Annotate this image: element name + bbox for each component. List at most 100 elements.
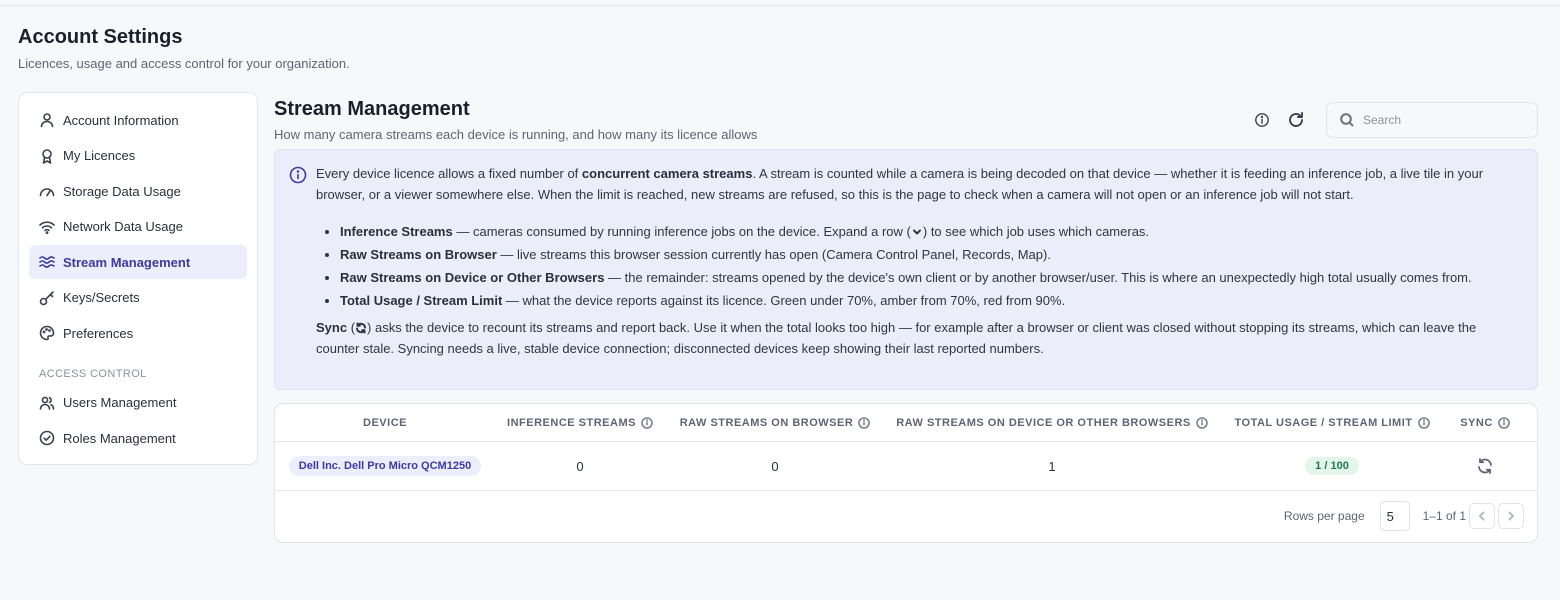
column-header-inference-streams[interactable]: INFERENCE STREAMS bbox=[495, 404, 665, 441]
list-item: Raw Streams on Browser — live streams th… bbox=[340, 244, 1517, 265]
sidebar-item-users-management[interactable]: Users Management bbox=[29, 386, 247, 420]
column-header-raw-streams-other[interactable]: RAW STREAMS ON DEVICE OR OTHER BROWSERS bbox=[885, 404, 1219, 441]
header-label: RAW STREAMS ON BROWSER bbox=[679, 416, 854, 429]
key-icon bbox=[39, 290, 55, 306]
prev-page-button[interactable] bbox=[1469, 503, 1495, 529]
sidebar-item-label: Preferences bbox=[63, 325, 134, 341]
rows-per-page-select[interactable]: 5 bbox=[1379, 501, 1410, 531]
sidebar-item-label: Keys/Secrets bbox=[63, 290, 140, 305]
chevron-left-icon bbox=[1479, 511, 1485, 521]
chevron-down-icon bbox=[911, 223, 923, 235]
search-input[interactable] bbox=[1363, 113, 1513, 127]
search-input-wrapper[interactable] bbox=[1326, 102, 1538, 138]
info-icon[interactable] bbox=[1497, 416, 1510, 429]
sidebar-item-my-licences[interactable]: My Licences bbox=[29, 139, 247, 173]
info-bullet-list: Inference Streams — cameras consumed by … bbox=[340, 221, 1517, 311]
gauge-icon bbox=[39, 183, 55, 199]
column-header-total-usage[interactable]: TOTAL USAGE / STREAM LIMIT bbox=[1219, 404, 1445, 441]
rows-per-page-label: Rows per page bbox=[1283, 509, 1365, 523]
sidebar-item-network-data-usage[interactable]: Network Data Usage bbox=[29, 210, 247, 244]
sidebar-item-roles-management[interactable]: Roles Management bbox=[29, 421, 247, 455]
cell-total-usage: 1 / 100 bbox=[1219, 442, 1445, 490]
bullet-term: Total Usage / Stream Limit bbox=[340, 293, 503, 308]
user-icon bbox=[39, 112, 55, 128]
bullet-term: Raw Streams on Device or Other Browsers bbox=[340, 270, 605, 285]
table-header: DEVICE INFERENCE STREAMS RAW STREAMS ON … bbox=[275, 404, 1537, 442]
column-header-raw-streams-browser[interactable]: RAW STREAMS ON BROWSER bbox=[665, 404, 885, 441]
top-divider bbox=[0, 5, 1560, 6]
sidebar-item-keys-secrets[interactable]: Keys/Secrets bbox=[29, 281, 247, 315]
intro-emphasis: concurrent camera streams bbox=[581, 166, 753, 181]
sync-text-rest: ) asks the device to recount its streams… bbox=[316, 320, 1477, 356]
device-chip[interactable]: Dell Inc. Dell Pro Micro QCM1250 bbox=[288, 456, 482, 476]
bullet-text-rest: ) to see which job uses which cameras. bbox=[922, 224, 1150, 239]
check-circle-icon bbox=[39, 430, 55, 446]
info-panel: Every device licence allows a fixed numb… bbox=[274, 149, 1538, 390]
bullet-text: — cameras consumed by running inference … bbox=[452, 224, 911, 239]
users-icon bbox=[39, 395, 55, 411]
sidebar-item-label: Users Management bbox=[63, 395, 177, 410]
info-icon[interactable] bbox=[1195, 416, 1208, 429]
column-header-device[interactable]: DEVICE bbox=[275, 404, 495, 441]
palette-icon bbox=[39, 325, 55, 341]
page-title: Account Settings bbox=[18, 26, 183, 48]
page-subtitle: Licences, usage and access control for y… bbox=[18, 56, 350, 71]
pagination: Rows per page 5 1–1 of 1 bbox=[1284, 501, 1524, 531]
sidebar-item-label: Storage Data Usage bbox=[63, 183, 181, 199]
intro-text: Every device licence allows a fixed numb… bbox=[316, 166, 582, 181]
cell-raw-streams-browser: 0 bbox=[771, 458, 779, 474]
bullet-text: — the remainder: streams opened by the d… bbox=[604, 270, 1472, 285]
bullet-term: Inference Streams bbox=[340, 224, 453, 239]
sidebar-item-label: Stream Management bbox=[63, 254, 191, 270]
cell-device: Dell Inc. Dell Pro Micro QCM1250 bbox=[275, 442, 495, 490]
wifi-icon bbox=[39, 219, 55, 235]
sidebar-section-access-control: ACCESS CONTROL bbox=[39, 367, 147, 380]
header-label: RAW STREAMS ON DEVICE OR OTHER BROWSERS bbox=[896, 416, 1191, 429]
info-icon[interactable] bbox=[1417, 416, 1430, 429]
header-label: DEVICE bbox=[363, 416, 407, 429]
bullet-term: Raw Streams on Browser bbox=[340, 247, 497, 262]
header-label: TOTAL USAGE / STREAM LIMIT bbox=[1234, 416, 1413, 429]
info-icon[interactable] bbox=[641, 416, 653, 429]
info-icon[interactable] bbox=[1250, 108, 1274, 132]
sidebar-item-preferences[interactable]: Preferences bbox=[29, 316, 247, 350]
sync-icon bbox=[1478, 458, 1492, 474]
list-item: Inference Streams — cameras consumed by … bbox=[340, 221, 1517, 242]
info-icon[interactable] bbox=[858, 416, 871, 429]
cell-raw-streams-other: 1 bbox=[1048, 458, 1056, 474]
page-range: 1–1 of 1 bbox=[1422, 509, 1466, 523]
section-title: Stream Management bbox=[274, 98, 470, 120]
sidebar-item-stream-management[interactable]: Stream Management bbox=[29, 245, 247, 279]
toolbar bbox=[1250, 102, 1538, 138]
sidebar-item-label: Roles Management bbox=[63, 430, 176, 446]
chevron-right-icon bbox=[1508, 511, 1514, 521]
sidebar-item-storage-data-usage[interactable]: Storage Data Usage bbox=[29, 174, 247, 208]
badge-icon bbox=[39, 148, 55, 164]
page-header: Account Settings Licences, usage and acc… bbox=[18, 25, 350, 72]
sync-term: Sync bbox=[316, 320, 348, 335]
sync-button[interactable] bbox=[1474, 455, 1496, 477]
sidebar-item-account-information[interactable]: Account Information bbox=[29, 103, 247, 137]
cell-sync bbox=[1445, 442, 1525, 490]
list-item: Total Usage / Stream Limit — what the de… bbox=[340, 290, 1517, 311]
header-label: SYNC bbox=[1460, 416, 1493, 429]
search-icon bbox=[1340, 113, 1354, 127]
header-label: INFERENCE STREAMS bbox=[507, 416, 636, 429]
sidebar-item-label: Account Information bbox=[63, 112, 179, 128]
next-page-button[interactable] bbox=[1498, 503, 1524, 529]
refresh-icon[interactable] bbox=[1284, 108, 1308, 132]
streams-table: DEVICE INFERENCE STREAMS RAW STREAMS ON … bbox=[274, 403, 1538, 543]
cell-inference-streams: 0 bbox=[576, 458, 584, 474]
settings-sidebar: Account Information My Licences Storage … bbox=[18, 92, 258, 465]
column-header-sync[interactable]: SYNC bbox=[1445, 404, 1525, 441]
sidebar-item-label: My Licences bbox=[63, 148, 136, 163]
sidebar-item-label: Network Data Usage bbox=[63, 219, 183, 234]
bullet-text: — what the device reports against its li… bbox=[502, 293, 1066, 308]
waves-icon bbox=[39, 254, 55, 270]
table-row[interactable]: Dell Inc. Dell Pro Micro QCM1250 0 0 1 1… bbox=[275, 442, 1537, 491]
usage-badge: 1 / 100 bbox=[1305, 457, 1359, 475]
sync-icon bbox=[355, 319, 367, 334]
list-item: Raw Streams on Device or Other Browsers … bbox=[340, 267, 1517, 288]
info-intro: Every device licence allows a fixed numb… bbox=[316, 163, 1517, 205]
section-subtitle: How many camera streams each device is r… bbox=[274, 127, 758, 142]
